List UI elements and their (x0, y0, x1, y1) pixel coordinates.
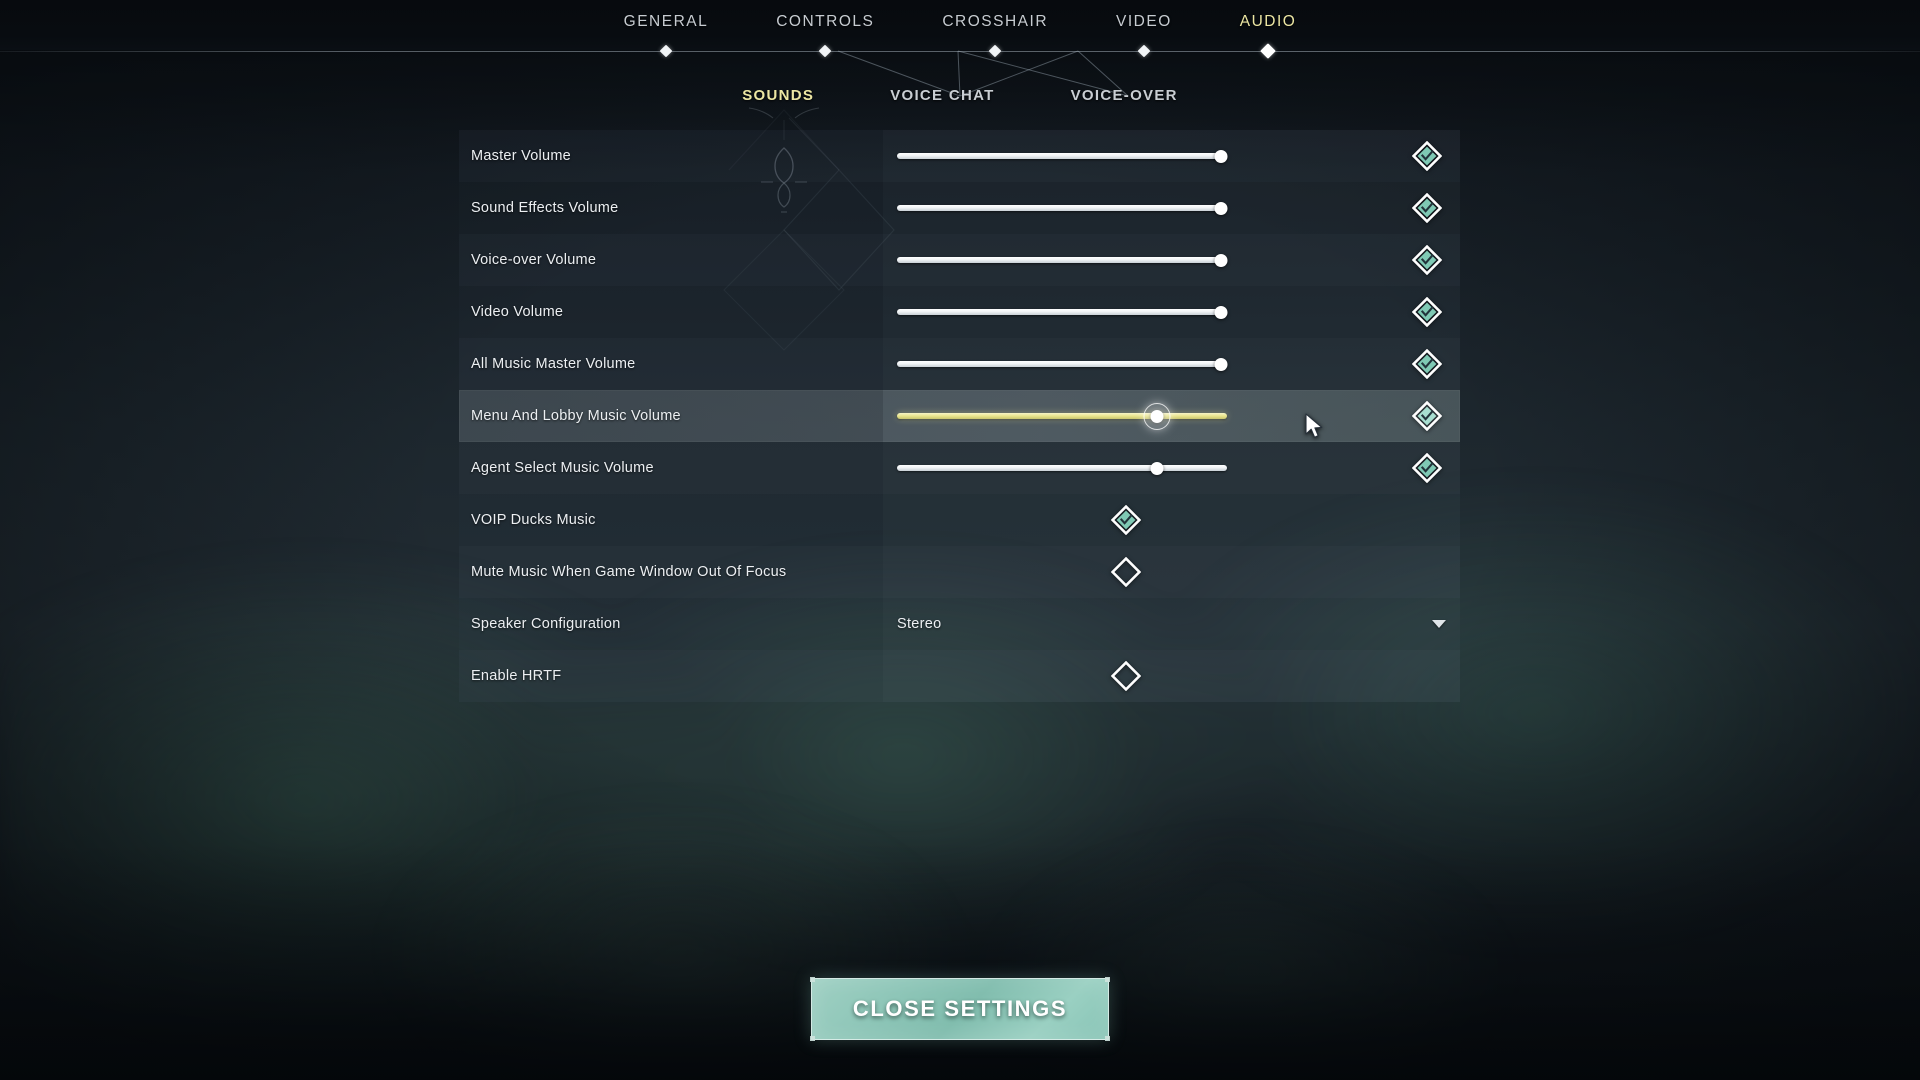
slider-knob[interactable] (1214, 253, 1227, 267)
slider-enable-checkbox[interactable] (1412, 349, 1442, 379)
setting-control (883, 390, 1460, 442)
setting-label: Mute Music When Game Window Out Of Focus (471, 564, 787, 580)
setting-row[interactable]: Menu And Lobby Music Volume (459, 390, 1460, 442)
setting-checkbox[interactable] (1110, 557, 1141, 587)
slider-track (897, 361, 1227, 367)
nav-divider-line (0, 51, 1920, 52)
setting-control (883, 234, 1460, 286)
chevron-down-icon[interactable] (1432, 620, 1446, 628)
main-tab-controls[interactable]: CONTROLS (766, 9, 884, 35)
volume-slider[interactable] (897, 338, 1227, 390)
setting-row[interactable]: Video Volume (459, 286, 1460, 338)
volume-slider[interactable] (897, 234, 1227, 286)
checkbox-wrapper[interactable] (1110, 557, 1141, 587)
slider-track (897, 465, 1227, 471)
slider-enable-checkbox[interactable] (1412, 297, 1442, 327)
button-corner-notch (810, 1036, 815, 1041)
setting-label: Speaker Configuration (471, 616, 621, 632)
slider-knob[interactable] (1214, 149, 1227, 163)
main-tab-bar: GENERAL CONTROLS CROSSHAIR VIDEO AUDIO (0, 0, 1920, 59)
setting-control (883, 130, 1460, 182)
setting-label: Master Volume (471, 148, 571, 164)
setting-label: Agent Select Music Volume (471, 460, 654, 476)
slider-enable-checkbox[interactable] (1412, 193, 1442, 223)
setting-label: Voice-over Volume (471, 252, 597, 268)
setting-checkbox[interactable] (1110, 661, 1141, 691)
setting-control (883, 650, 1460, 702)
sub-tab-bar: SOUNDS VOICE CHAT VOICE-OVER (0, 80, 1920, 110)
sub-tab-sounds[interactable]: SOUNDS (742, 87, 814, 104)
volume-slider[interactable] (897, 442, 1227, 494)
sub-tab-voice-chat[interactable]: VOICE CHAT (890, 87, 994, 104)
setting-checkbox[interactable] (1110, 505, 1141, 535)
setting-row[interactable]: Sound Effects Volume (459, 182, 1460, 234)
slider-knob[interactable] (1150, 409, 1164, 423)
slider-track (897, 309, 1227, 315)
dropdown-value[interactable]: Stereo (897, 616, 942, 632)
setting-control (883, 494, 1460, 546)
button-corner-notch (810, 977, 815, 982)
setting-row[interactable]: VOIP Ducks Music (459, 494, 1460, 546)
volume-slider[interactable] (897, 286, 1227, 338)
close-settings-label: CLOSE SETTINGS (852, 996, 1068, 1021)
volume-slider[interactable] (897, 390, 1227, 442)
volume-slider[interactable] (897, 130, 1227, 182)
setting-row[interactable]: Enable HRTF (459, 650, 1460, 702)
slider-enable-checkbox[interactable] (1412, 141, 1442, 171)
checkbox-wrapper[interactable] (1110, 505, 1141, 535)
setting-row[interactable]: Speaker Configuration Stereo (459, 598, 1460, 650)
setting-row[interactable]: Agent Select Music Volume (459, 442, 1460, 494)
slider-knob[interactable] (1214, 305, 1227, 319)
settings-rows: Master Volume Sound Effects Volume Voice-o… (459, 130, 1460, 702)
setting-row[interactable]: Master Volume (459, 130, 1460, 182)
setting-label: All Music Master Volume (471, 356, 636, 372)
main-tab-audio[interactable]: AUDIO (1230, 9, 1307, 35)
setting-control (883, 338, 1460, 390)
setting-label: Menu And Lobby Music Volume (471, 408, 681, 424)
slider-enable-checkbox[interactable] (1412, 401, 1442, 431)
slider-enable-checkbox[interactable] (1412, 245, 1442, 275)
settings-screen: GENERAL CONTROLS CROSSHAIR VIDEO AUDIO SOUND… (0, 0, 1920, 1080)
sub-tab-voice-over[interactable]: VOICE-OVER (1071, 87, 1178, 104)
slider-track (897, 153, 1227, 159)
setting-row[interactable]: All Music Master Volume (459, 338, 1460, 390)
button-corner-notch (1105, 1036, 1110, 1041)
setting-row[interactable]: Mute Music When Game Window Out Of Focus (459, 546, 1460, 598)
setting-label: Video Volume (471, 304, 564, 320)
slider-track (897, 205, 1227, 211)
setting-control (883, 286, 1460, 338)
main-tab-crosshair[interactable]: CROSSHAIR (932, 9, 1058, 35)
setting-control (883, 442, 1460, 494)
slider-knob[interactable] (1214, 357, 1227, 371)
main-tabs: GENERAL CONTROLS CROSSHAIR VIDEO AUDIO (0, 0, 1920, 44)
main-tab-video[interactable]: VIDEO (1106, 9, 1182, 35)
setting-row[interactable]: Voice-over Volume (459, 234, 1460, 286)
slider-enable-checkbox[interactable] (1412, 453, 1442, 483)
setting-label: VOIP Ducks Music (471, 512, 596, 528)
close-settings-button[interactable]: CLOSE SETTINGS (810, 977, 1110, 1041)
main-tab-general[interactable]: GENERAL (614, 9, 719, 35)
volume-slider[interactable] (897, 182, 1227, 234)
button-corner-notch (1105, 977, 1110, 982)
slider-track (897, 257, 1227, 263)
setting-control (883, 182, 1460, 234)
slider-track (897, 413, 1227, 419)
settings-panel: Master Volume Sound Effects Volume Voice-o… (459, 107, 1460, 702)
setting-label: Sound Effects Volume (471, 200, 619, 216)
setting-control: Stereo (883, 598, 1460, 650)
slider-knob[interactable] (1150, 461, 1164, 475)
setting-control (883, 546, 1460, 598)
setting-label: Enable HRTF (471, 668, 562, 684)
checkbox-wrapper[interactable] (1110, 661, 1141, 691)
slider-knob[interactable] (1214, 201, 1227, 215)
